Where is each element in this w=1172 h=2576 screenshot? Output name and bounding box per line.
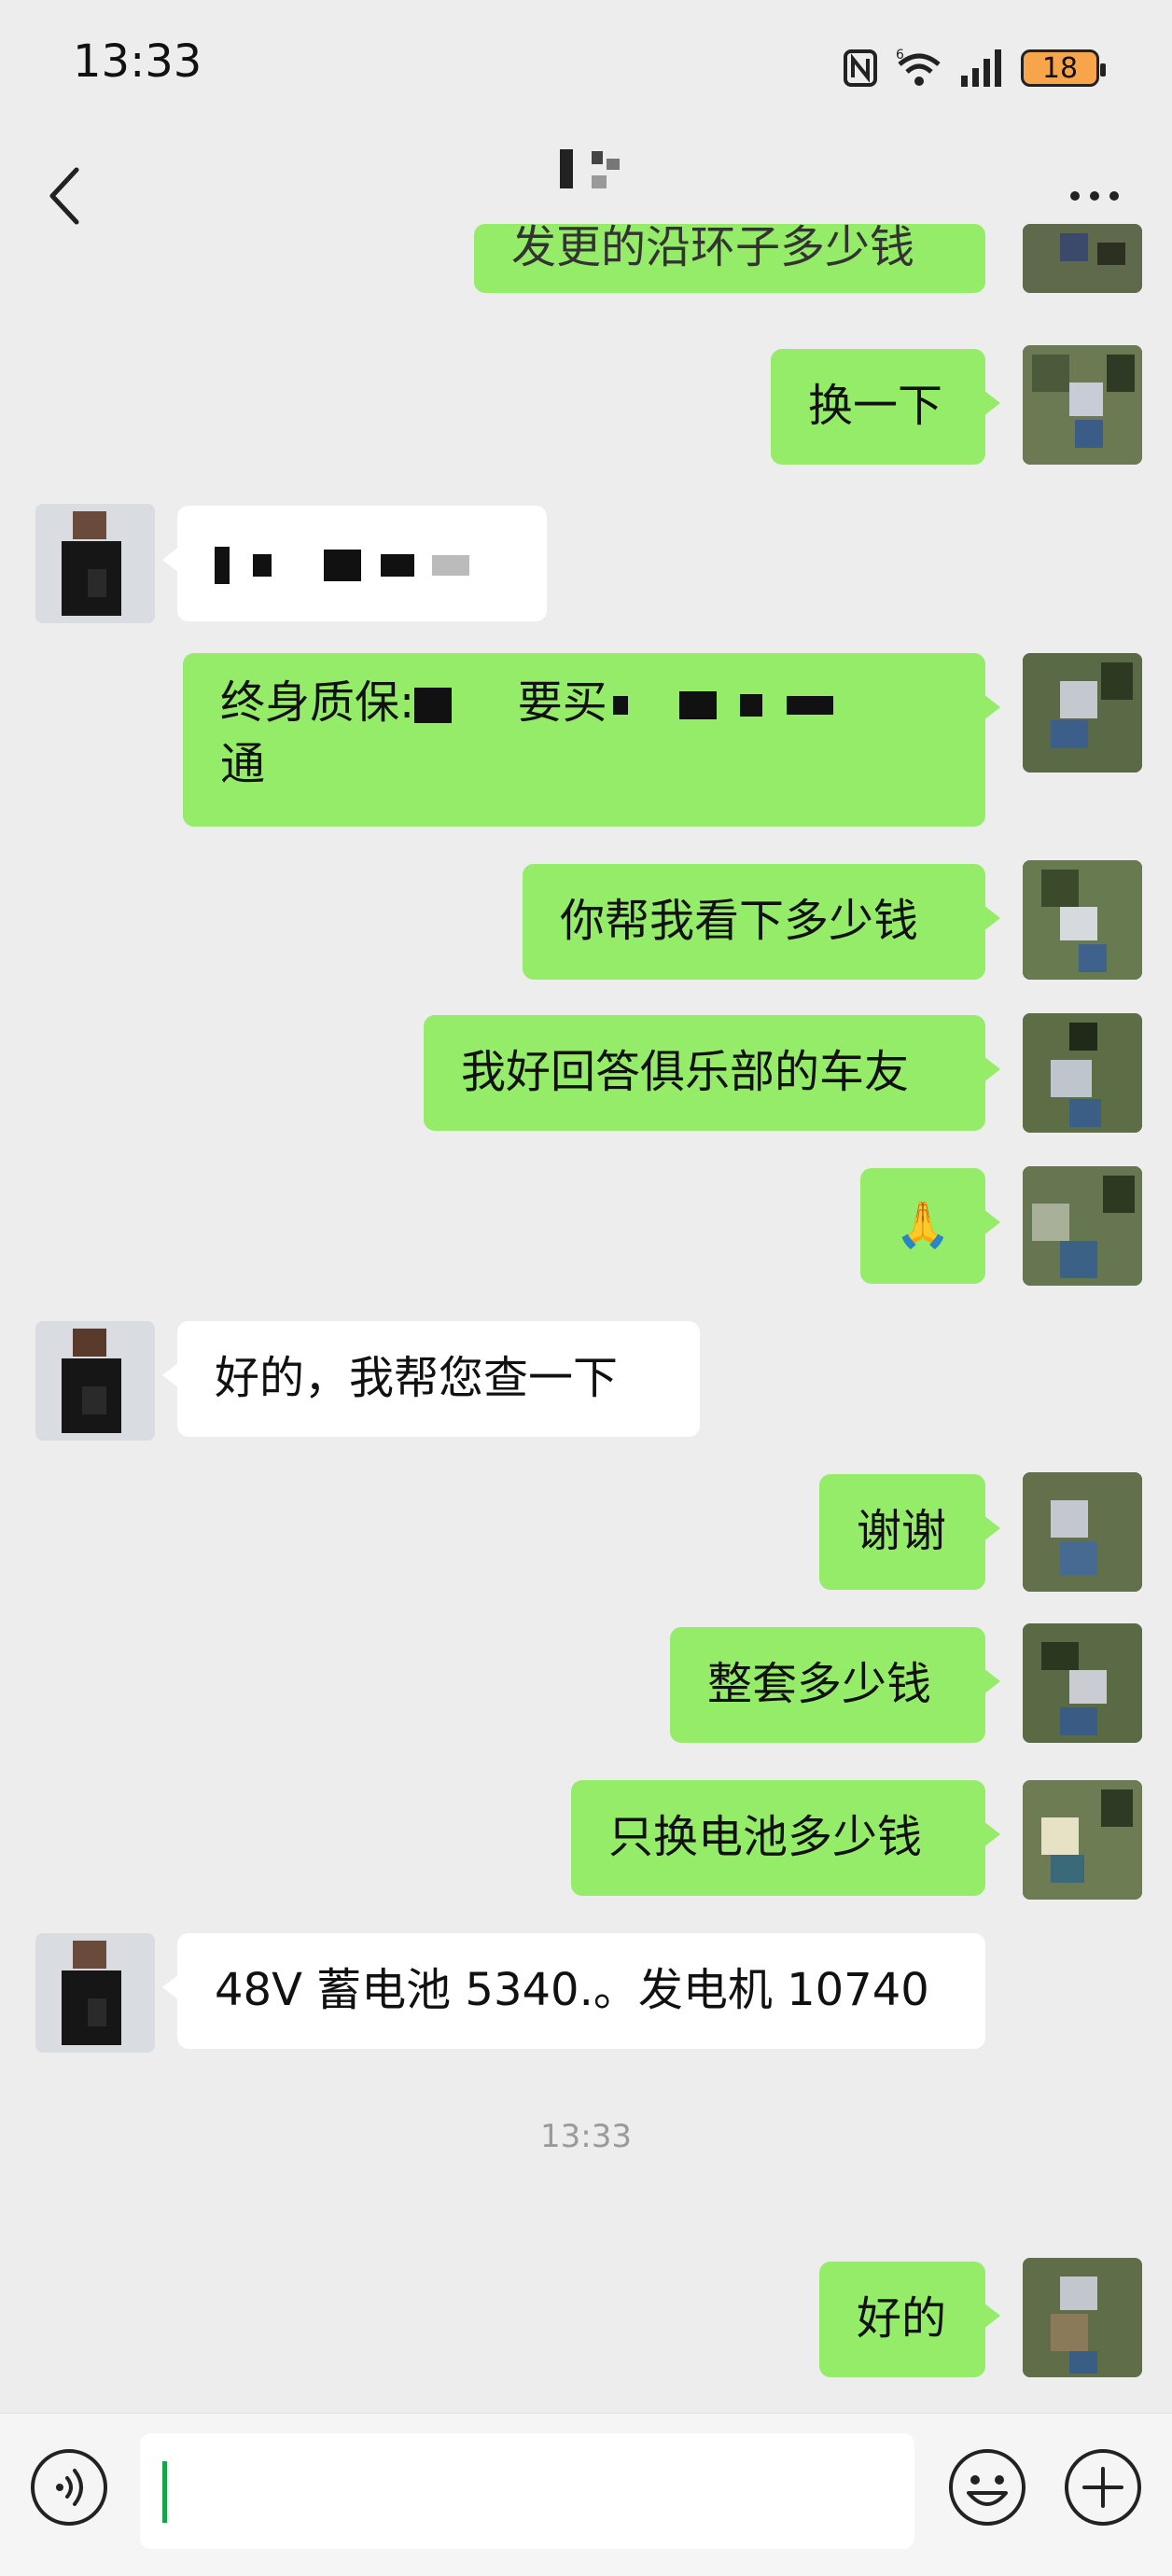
avatar-mosaic	[1023, 345, 1142, 465]
contact-name-mosaic	[560, 149, 620, 188]
my-avatar[interactable]	[1023, 345, 1142, 465]
contact-avatar[interactable]	[35, 504, 155, 623]
svg-text:6: 6	[896, 48, 904, 63]
message-input[interactable]	[140, 2433, 914, 2549]
my-avatar[interactable]	[1023, 1013, 1142, 1133]
message-bubble[interactable]: 48V 蓄电池 5340.。发电机 10740	[162, 1933, 985, 2049]
avatar-mosaic	[1023, 1166, 1142, 1286]
message-bubble[interactable]: 好的，我帮您查一下	[162, 1321, 700, 1437]
message-timestamp: 13:33	[540, 2118, 632, 2155]
my-avatar[interactable]	[1023, 224, 1142, 293]
message-bubble-partial[interactable]: 发更的沿环子多少钱	[474, 224, 985, 293]
avatar-mosaic	[1023, 2258, 1142, 2377]
my-avatar[interactable]	[1023, 1623, 1142, 1743]
avatar-mosaic	[1023, 1013, 1142, 1133]
more-horizontal-icon[interactable]	[1062, 177, 1127, 215]
message-bubble[interactable]: 你帮我看下多少钱	[523, 864, 1000, 980]
avatar-mosaic	[35, 504, 155, 623]
contact-avatar[interactable]	[35, 1321, 155, 1441]
wifi-icon: 6	[896, 48, 941, 86]
my-avatar[interactable]	[1023, 653, 1142, 773]
message-bubble-emoji[interactable]: 🙏	[860, 1168, 1000, 1284]
message-bubble[interactable]: 整套多少钱	[670, 1627, 1000, 1743]
status-icons: 6 18	[842, 37, 1106, 99]
chevron-left-icon[interactable]	[39, 159, 91, 233]
contact-avatar[interactable]	[35, 1933, 155, 2053]
my-avatar[interactable]	[1023, 1166, 1142, 1286]
avatar-mosaic	[35, 1321, 155, 1441]
my-avatar[interactable]	[1023, 1780, 1142, 1900]
message-bubble[interactable]: 只换电池多少钱	[571, 1780, 1000, 1896]
message-bubble[interactable]: 谢谢	[819, 1474, 1000, 1590]
message-bubble[interactable]: 终身质保: 要买 通	[183, 653, 1000, 827]
signal-icon	[961, 49, 1001, 87]
nfc-icon	[844, 49, 877, 87]
voice-icon[interactable]	[28, 2446, 110, 2528]
my-avatar[interactable]	[1023, 860, 1142, 980]
message-bubble[interactable]: 好的	[819, 2262, 1000, 2377]
avatar-mosaic	[1023, 224, 1142, 293]
message-bubble[interactable]: 我好回答俱乐部的车友	[424, 1015, 1000, 1131]
text-caret	[162, 2461, 167, 2523]
avatar-mosaic	[1023, 1780, 1142, 1900]
emoji-icon[interactable]	[946, 2446, 1028, 2528]
avatar-mosaic	[35, 1933, 155, 2053]
avatar-mosaic	[1023, 1472, 1142, 1592]
plus-icon[interactable]	[1062, 2446, 1144, 2528]
avatar-mosaic	[1023, 1623, 1142, 1743]
message-bubble-redacted[interactable]	[162, 506, 547, 621]
message-list[interactable]: 发更的沿环子多少钱 换一下 终身质保: 要买 通 你帮我看下多少钱 我好回答俱乐…	[0, 224, 1172, 2407]
message-bubble[interactable]: 换一下	[771, 349, 1000, 465]
my-avatar[interactable]	[1023, 2258, 1142, 2377]
battery-indicator: 18	[1021, 49, 1106, 87]
my-avatar[interactable]	[1023, 1472, 1142, 1592]
status-time: 13:33	[73, 35, 202, 88]
avatar-mosaic	[1023, 653, 1142, 773]
avatar-mosaic	[1023, 860, 1142, 980]
